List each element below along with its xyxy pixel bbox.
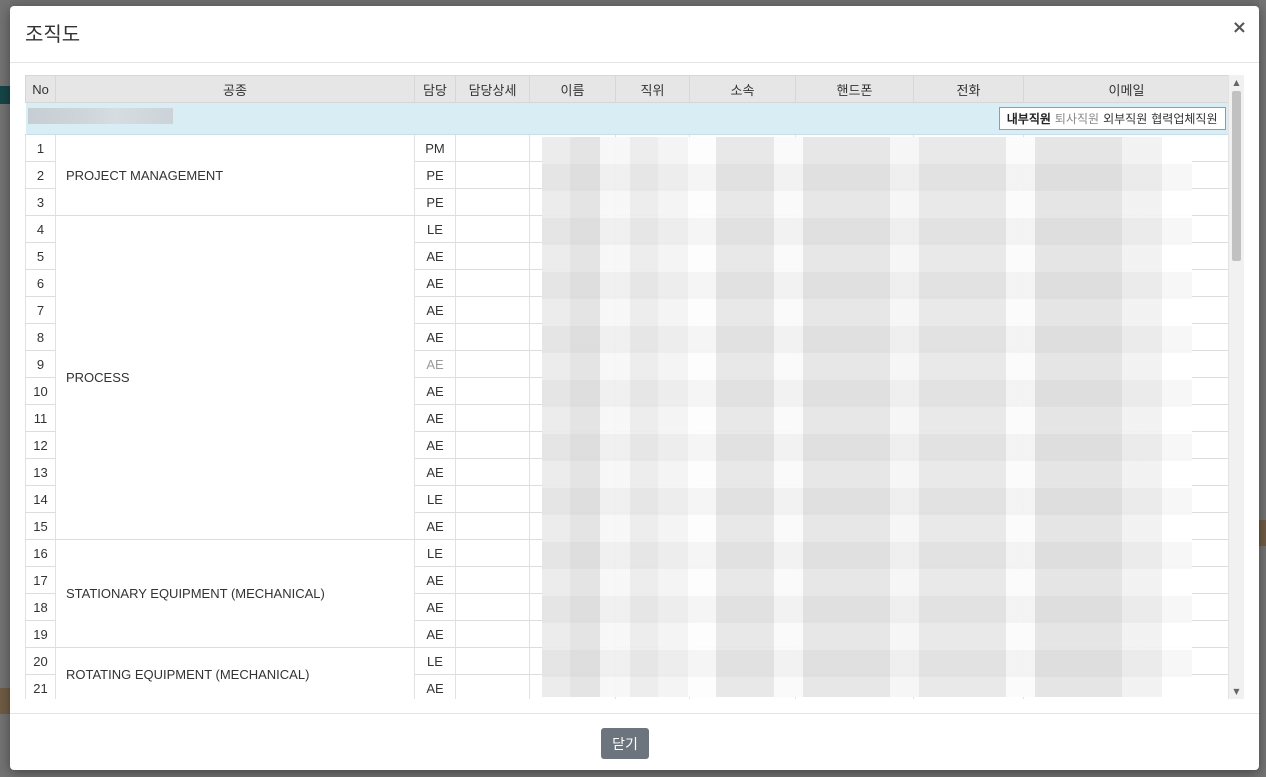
trade-cell: ROTATING EQUIPMENT (MECHANICAL) — [55, 647, 415, 699]
table-header-row: No 공종 담당 담당상세 이름 직위 소속 핸드폰 전화 이메일 — [25, 75, 1229, 103]
detail-cell — [455, 647, 530, 675]
vertical-scrollbar[interactable]: ▲ ▼ — [1228, 75, 1244, 699]
row-number: 7 — [25, 296, 56, 324]
row-number: 16 — [25, 539, 56, 567]
filter-row: 내부직원 퇴사직원 외부직원 협력업체직원 — [25, 102, 1229, 135]
column-header: No — [25, 75, 56, 103]
role-cell: AE — [414, 242, 456, 270]
trade-cell: STATIONARY EQUIPMENT (MECHANICAL) — [55, 539, 415, 648]
detail-cell — [455, 566, 530, 594]
role-cell: AE — [414, 296, 456, 324]
detail-cell — [455, 269, 530, 297]
column-header: 직위 — [615, 75, 690, 103]
column-header: 이메일 — [1023, 75, 1229, 103]
row-number: 18 — [25, 593, 56, 621]
detail-cell — [455, 377, 530, 405]
org-chart-modal: 조직도 × No 공종 담당 담당상세 이름 직위 소속 핸드폰 전화 이메일 내부직원 퇴 — [10, 6, 1259, 770]
staff-type-toggle[interactable]: 외부직원 — [1103, 112, 1147, 126]
role-cell: AE — [414, 269, 456, 297]
row-number: 15 — [25, 512, 56, 540]
trade-cell: PROCESS — [55, 215, 415, 540]
row-number: 5 — [25, 242, 56, 270]
detail-cell — [455, 539, 530, 567]
modal-body: No 공종 담당 담당상세 이름 직위 소속 핸드폰 전화 이메일 내부직원 퇴사직원 외부직원 협력업… — [25, 75, 1244, 699]
close-icon[interactable]: × — [1232, 17, 1247, 38]
detail-cell — [455, 512, 530, 540]
role-cell: AE — [414, 431, 456, 459]
detail-cell — [455, 296, 530, 324]
modal-footer: 닫기 — [10, 713, 1259, 771]
row-number: 13 — [25, 458, 56, 486]
role-cell: AE — [414, 404, 456, 432]
detail-cell — [455, 188, 530, 216]
row-number: 2 — [25, 161, 56, 189]
row-number: 20 — [25, 647, 56, 675]
staff-type-toggle[interactable]: 퇴사직원 — [1055, 112, 1099, 126]
detail-cell — [455, 431, 530, 459]
row-number: 9 — [25, 350, 56, 378]
role-cell: PM — [414, 134, 456, 162]
detail-cell — [455, 674, 530, 699]
detail-cell — [455, 593, 530, 621]
column-header: 전화 — [913, 75, 1024, 103]
modal-header: 조직도 × — [10, 6, 1259, 63]
role-cell: AE — [414, 512, 456, 540]
scroll-down-arrow-icon[interactable]: ▼ — [1229, 684, 1244, 699]
staff-type-toggle-group: 내부직원 퇴사직원 외부직원 협력업체직원 — [998, 107, 1226, 130]
row-number: 3 — [25, 188, 56, 216]
row-number: 8 — [25, 323, 56, 351]
detail-cell — [455, 620, 530, 648]
org-table-container[interactable]: No 공종 담당 담당상세 이름 직위 소속 핸드폰 전화 이메일 내부직원 퇴사직원 외부직원 협력업… — [25, 75, 1229, 699]
row-number: 17 — [25, 566, 56, 594]
role-cell: LE — [414, 485, 456, 513]
filter-cell: 내부직원 퇴사직원 외부직원 협력업체직원 — [25, 102, 1229, 135]
scroll-thumb[interactable] — [1232, 91, 1241, 261]
role-cell: AE — [414, 674, 456, 699]
role-cell: LE — [414, 539, 456, 567]
detail-cell — [455, 485, 530, 513]
row-number: 19 — [25, 620, 56, 648]
row-number: 1 — [25, 134, 56, 162]
detail-cell — [455, 161, 530, 189]
row-number: 14 — [25, 485, 56, 513]
modal-title: 조직도 — [25, 22, 81, 46]
close-button[interactable]: 닫기 — [601, 728, 649, 759]
role-cell: AE — [414, 566, 456, 594]
redacted-row-bands — [542, 137, 1192, 697]
detail-cell — [455, 242, 530, 270]
role-cell: AE — [414, 458, 456, 486]
row-number: 10 — [25, 377, 56, 405]
role-cell: LE — [414, 647, 456, 675]
row-number: 11 — [25, 404, 56, 432]
role-cell: AE — [414, 323, 456, 351]
detail-cell — [455, 404, 530, 432]
column-header: 공종 — [55, 75, 415, 103]
role-cell: AE — [414, 620, 456, 648]
role-cell: AE — [414, 593, 456, 621]
role-cell: PE — [414, 188, 456, 216]
role-cell: AE — [414, 350, 456, 378]
detail-cell — [455, 350, 530, 378]
column-header: 핸드폰 — [795, 75, 914, 103]
role-cell: LE — [414, 215, 456, 243]
column-header: 이름 — [529, 75, 616, 103]
detail-cell — [455, 458, 530, 486]
row-number: 4 — [25, 215, 56, 243]
column-header: 담당상세 — [455, 75, 530, 103]
column-header: 소속 — [689, 75, 796, 103]
role-cell: PE — [414, 161, 456, 189]
row-number: 21 — [25, 674, 56, 699]
role-cell: AE — [414, 377, 456, 405]
trade-cell: PROJECT MANAGEMENT — [55, 134, 415, 216]
detail-cell — [455, 215, 530, 243]
column-header: 담당 — [414, 75, 456, 103]
scroll-up-arrow-icon[interactable]: ▲ — [1229, 75, 1244, 90]
staff-type-toggle[interactable]: 협력업체직원 — [1151, 112, 1217, 126]
row-number: 6 — [25, 269, 56, 297]
detail-cell — [455, 323, 530, 351]
row-number: 12 — [25, 431, 56, 459]
staff-type-toggle[interactable]: 내부직원 — [1007, 112, 1051, 126]
detail-cell — [455, 134, 530, 162]
redacted-label — [27, 107, 173, 124]
